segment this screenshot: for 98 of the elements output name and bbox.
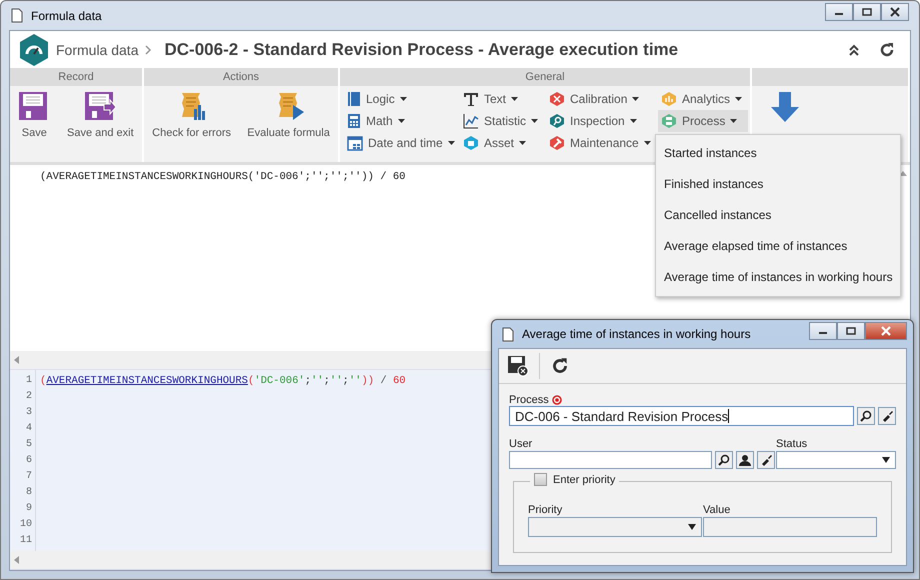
calendar-icon: [347, 135, 363, 151]
person-icon: [739, 454, 751, 466]
dialog-title: Average time of instances in working hours: [522, 327, 751, 341]
menu-button[interactable]: Asset: [460, 132, 546, 154]
menu-item[interactable]: Average time of instances in working hours: [656, 262, 900, 293]
minimize-button[interactable]: [825, 2, 853, 20]
group-header: General: [340, 68, 750, 86]
bar-chart-icon: [661, 91, 677, 107]
document-icon: [502, 326, 514, 342]
window-title: Formula data: [31, 8, 102, 22]
maximize-icon: [846, 327, 856, 335]
breadcrumb-link[interactable]: Formula data: [56, 42, 138, 58]
menu-button[interactable]: Logic: [344, 88, 460, 110]
save-close-icon[interactable]: [507, 355, 529, 377]
letter-t-icon: [463, 91, 479, 107]
menu-button[interactable]: Date and time: [344, 132, 460, 154]
menu-button[interactable]: Math: [344, 110, 460, 132]
down-arrow-icon[interactable]: [770, 91, 800, 123]
refresh-icon[interactable]: [550, 356, 570, 376]
process-field[interactable]: DC-006 - Standard Revision Process: [509, 406, 854, 426]
caret-icon: [448, 141, 455, 145]
field-label: Value: [703, 504, 732, 516]
close-button[interactable]: [881, 2, 909, 20]
priority-checkbox[interactable]: [534, 473, 547, 486]
brush-icon: [881, 410, 894, 422]
line-number: 10: [18, 518, 33, 532]
clear-button[interactable]: [757, 451, 775, 469]
menu-button[interactable]: Inspection: [546, 110, 658, 132]
line-chart-icon: [463, 113, 479, 129]
page-title: DC-006-2 - Standard Revision Process - Average execution time: [164, 40, 678, 60]
ribbon-button[interactable]: Check for errors: [150, 91, 233, 139]
menu-item[interactable]: Average elapsed time of instances: [656, 231, 900, 262]
group-header: Actions: [144, 68, 338, 86]
ribbon-button[interactable]: Save and exit: [65, 91, 136, 139]
line-number: 1: [24, 374, 33, 388]
close-button[interactable]: [865, 322, 907, 340]
field-label: Process: [509, 394, 549, 406]
calculator-icon: [347, 113, 361, 129]
collapse-icon[interactable]: [848, 42, 860, 56]
ribbon-button[interactable]: Evaluate formula: [245, 91, 332, 139]
line-number: 11: [18, 534, 33, 548]
caret-icon: [519, 141, 526, 145]
line-number: 8: [24, 486, 33, 500]
checkbox-label: Enter priority: [553, 474, 616, 486]
maximize-icon: [862, 8, 872, 16]
document-icon: [11, 8, 23, 23]
book-icon: [347, 91, 361, 107]
dropdown-arrow-icon: [688, 524, 696, 530]
maximize-button[interactable]: [853, 2, 881, 20]
menu-button[interactable]: Process: [658, 110, 748, 132]
minimize-button[interactable]: [809, 322, 837, 340]
line-number: 9: [24, 502, 33, 516]
search-icon: [718, 454, 730, 466]
line-number: 7: [24, 470, 33, 484]
line-number: 5: [24, 438, 33, 452]
close-icon: [890, 6, 900, 16]
group-header: Record: [10, 68, 142, 86]
formula-text: (AVERAGETIMEINSTANCESWORKINGHOURS('DC-006';'';'';'')) / 60: [40, 171, 406, 183]
close-icon: [881, 326, 891, 336]
ribbon-button[interactable]: Save: [16, 91, 52, 139]
menu-button[interactable]: Analytics: [658, 88, 748, 110]
brush-icon: [760, 454, 772, 466]
field-label: Status: [776, 438, 808, 450]
caret-icon: [735, 97, 742, 101]
caret-icon: [644, 141, 651, 145]
menu-item[interactable]: Started instances: [656, 138, 900, 169]
caret-icon: [730, 119, 738, 123]
line-number: 2: [24, 390, 33, 404]
refresh-icon[interactable]: [878, 40, 896, 58]
magnifier-icon: [549, 113, 565, 129]
menu-item[interactable]: Cancelled instances: [656, 200, 900, 231]
line-number: 3: [24, 406, 33, 420]
caret-icon: [398, 119, 405, 123]
caret-icon: [511, 97, 518, 101]
caret-icon: [531, 119, 538, 123]
menu-item[interactable]: Finished instances: [656, 169, 900, 200]
line-number: 4: [24, 422, 33, 436]
field-label: User: [509, 438, 534, 450]
caret-icon: [400, 97, 407, 101]
user-field[interactable]: [509, 451, 712, 469]
dropdown-arrow-icon: [882, 457, 890, 463]
menu-button[interactable]: Statistic: [460, 110, 546, 132]
line-number: 6: [24, 454, 33, 468]
menu-button[interactable]: Text: [460, 88, 546, 110]
search-button[interactable]: [715, 451, 733, 469]
value-field[interactable]: [703, 517, 877, 537]
maximize-button[interactable]: [837, 322, 865, 340]
caret-icon: [632, 97, 640, 101]
code-line: (AVERAGETIMEINSTANCESWORKINGHOURS('DC-006';'';'';'')) / 60: [40, 375, 406, 387]
search-icon: [860, 410, 872, 422]
chevron-icon: [144, 44, 152, 54]
field-label: Priority: [528, 504, 564, 516]
search-button[interactable]: [857, 407, 876, 425]
menu-button[interactable]: Calibration: [546, 88, 658, 110]
clear-button[interactable]: [878, 407, 896, 425]
logo-icon: [18, 32, 50, 66]
user-button[interactable]: [736, 451, 754, 469]
caret-icon: [630, 119, 637, 123]
